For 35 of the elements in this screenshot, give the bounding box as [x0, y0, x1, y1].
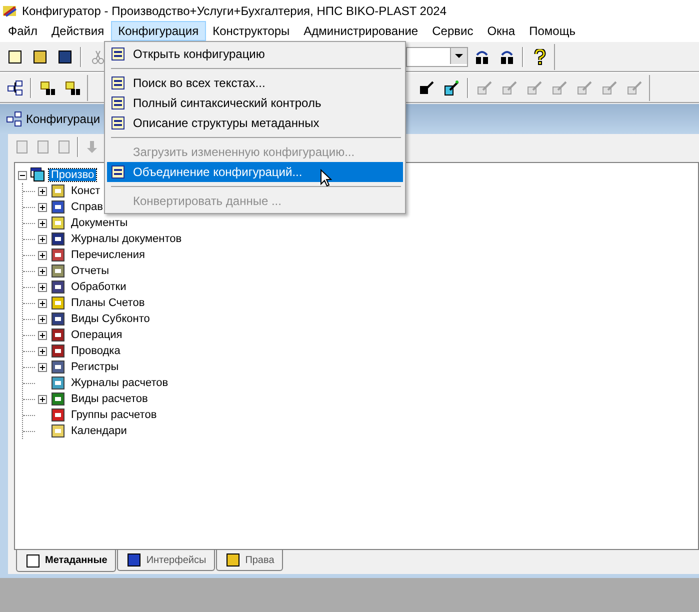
menu-item[interactable]: Сервис: [425, 21, 480, 41]
tree-item[interactable]: Журналы расчетов: [69, 377, 170, 389]
menu-item[interactable]: Конфигурация: [111, 21, 206, 41]
tree-item[interactable]: Виды Субконто: [69, 313, 152, 325]
menu-item[interactable]: Окна: [480, 21, 522, 41]
menu-item[interactable]: Файл: [1, 21, 45, 41]
tab[interactable]: Метаданные: [16, 550, 116, 572]
tree-item[interactable]: Отчеты: [69, 265, 112, 277]
tree-item[interactable]: Обработки: [69, 281, 128, 293]
menu-item[interactable]: Конструкторы: [206, 21, 297, 41]
tree-item[interactable]: Проводка: [69, 345, 122, 357]
tree-item[interactable]: Журналы документов: [69, 233, 184, 245]
tree-item[interactable]: Перечисления: [69, 249, 147, 261]
tree-item[interactable]: Виды расчетов: [69, 393, 150, 405]
tree-item[interactable]: Регистры: [69, 361, 121, 373]
menu-item[interactable]: Описание структуры метаданных: [107, 113, 403, 133]
menu-item[interactable]: Администрирование: [296, 21, 426, 41]
tree-item[interactable]: Календари: [69, 425, 129, 437]
menu-item[interactable]: Полный синтаксический контроль: [107, 93, 403, 113]
tab[interactable]: Права: [216, 550, 284, 571]
tree-item[interactable]: Группы расчетов: [69, 409, 159, 421]
tree-item[interactable]: Справ: [69, 201, 105, 213]
menu-item[interactable]: Открыть конфигурацию: [107, 44, 403, 64]
tree-item[interactable]: Конст: [69, 185, 102, 197]
tree-item[interactable]: Документы: [69, 217, 130, 229]
menu-item[interactable]: Объединение конфигураций...: [107, 162, 403, 182]
tree-item[interactable]: Операция: [69, 329, 124, 341]
tree-item[interactable]: Произво: [49, 169, 96, 181]
menu-item[interactable]: Действия: [44, 21, 112, 41]
tab[interactable]: Интерфейсы: [117, 550, 216, 571]
child-window-title: Конфигураци: [26, 112, 100, 126]
menu-item[interactable]: Поиск во всех текстах...: [107, 73, 403, 93]
tree-item[interactable]: Планы Счетов: [69, 297, 147, 309]
window-title: Конфигуратор - Производство+Услуги+Бухгалтерия, НПС BIKO-PLAST 2024: [22, 4, 446, 18]
menu-item[interactable]: Помощь: [522, 21, 582, 41]
